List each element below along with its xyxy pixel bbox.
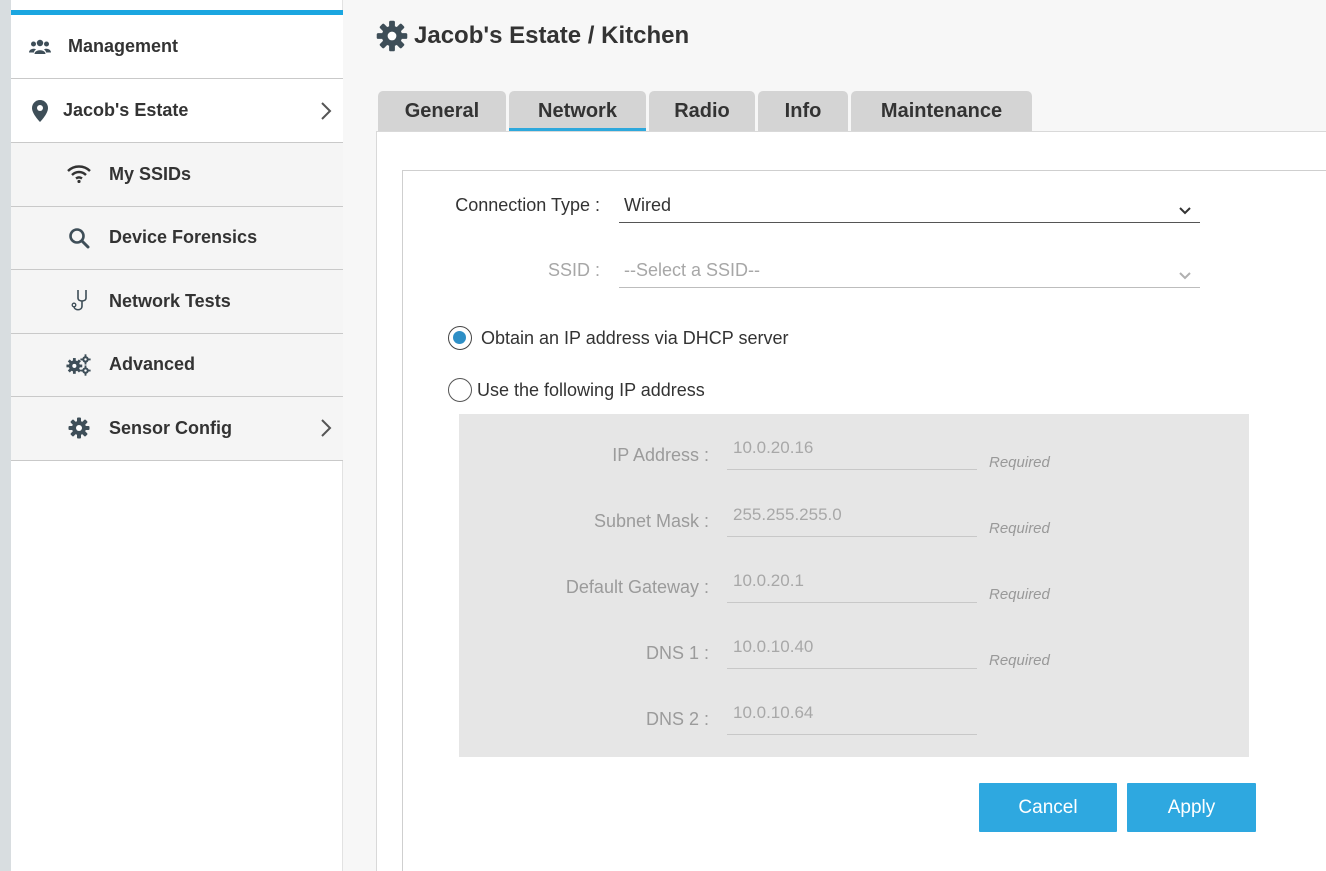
subnet-mask-required: Required (989, 520, 1050, 537)
search-icon (66, 225, 92, 251)
ssid-select: --Select a SSID-- (619, 253, 1200, 288)
tab-bar: General Network Radio Info Maintenance (378, 91, 1035, 131)
dns2-input: 10.0.10.64 (727, 701, 977, 735)
sidebar-item-label: Advanced (109, 354, 196, 375)
dns1-label: DNS 1 : (645, 643, 709, 663)
tab-radio[interactable]: Radio (649, 91, 755, 131)
sidebar-item-device-forensics[interactable]: Device Forensics (11, 206, 343, 270)
location-pin-icon (27, 98, 53, 124)
default-gateway-input: 10.0.20.1 (727, 569, 977, 603)
users-icon (27, 34, 53, 60)
ssid-placeholder: --Select a SSID-- (624, 259, 761, 280)
chevron-right-icon (319, 418, 333, 438)
sidebar-item-management[interactable]: Management (11, 15, 343, 79)
sidebar-item-label: Sensor Config (109, 417, 233, 438)
ip-address-input: 10.0.20.16 (727, 436, 977, 470)
sidebar: Management Jacob's Estate My SSIDs Devic… (11, 0, 343, 871)
ssid-label: SSID : (547, 260, 600, 280)
dns2-label: DNS 2 : (645, 709, 709, 729)
connection-type-select[interactable]: Wired (619, 188, 1200, 223)
chevron-right-icon (319, 101, 333, 121)
page-title: Jacob's Estate / Kitchen (376, 20, 689, 52)
gears-icon (66, 352, 92, 378)
dhcp-radio-option[interactable]: Obtain an IP address via DHCP server (448, 326, 788, 350)
dns1-required: Required (989, 652, 1050, 669)
tab-network[interactable]: Network (509, 91, 646, 131)
tab-info[interactable]: Info (758, 91, 848, 131)
sidebar-item-network-tests[interactable]: Network Tests (11, 270, 343, 334)
ip-address-label: IP Address : (612, 445, 709, 465)
cancel-button[interactable]: Cancel (979, 783, 1117, 832)
gear-icon (66, 415, 92, 441)
apply-button[interactable]: Apply (1127, 783, 1256, 832)
default-gateway-label: Default Gateway : (565, 577, 709, 597)
chevron-down-icon (1178, 200, 1192, 215)
connection-type-value: Wired (624, 194, 672, 215)
gear-icon (376, 20, 408, 52)
stethoscope-icon (66, 288, 92, 314)
subnet-mask-input: 255.255.255.0 (727, 503, 977, 537)
sidebar-item-label: My SSIDs (109, 163, 192, 184)
sidebar-list: Management Jacob's Estate My SSIDs Devic… (11, 15, 343, 461)
static-ip-fields-panel: IP Address : 10.0.20.16 Required Subnet … (459, 414, 1249, 757)
sidebar-item-sensor-config[interactable]: Sensor Config (11, 397, 343, 461)
dhcp-radio[interactable] (448, 326, 472, 350)
sidebar-item-my-ssids[interactable]: My SSIDs (11, 143, 343, 207)
sidebar-item-label: Network Tests (109, 290, 231, 311)
sidebar-item-label: Jacob's Estate (63, 100, 189, 120)
static-ip-radio-option[interactable]: Use the following IP address (448, 378, 705, 402)
tab-general[interactable]: General (378, 91, 506, 131)
tab-maintenance[interactable]: Maintenance (851, 91, 1032, 131)
sidebar-item-label: Device Forensics (109, 227, 258, 248)
subnet-mask-label: Subnet Mask : (593, 511, 709, 531)
wifi-icon (66, 161, 92, 187)
sidebar-item-label: Management (68, 36, 179, 56)
left-edge-strip (0, 0, 11, 871)
static-ip-radio[interactable] (448, 378, 472, 402)
connection-type-label: Connection Type : (455, 195, 600, 215)
dhcp-radio-label: Obtain an IP address via DHCP server (481, 327, 789, 348)
dns1-input: 10.0.10.40 (727, 635, 977, 669)
chevron-down-icon (1178, 265, 1192, 280)
static-ip-radio-label: Use the following IP address (477, 379, 705, 400)
page-title-text: Jacob's Estate / Kitchen (414, 22, 690, 49)
default-gateway-required: Required (989, 586, 1050, 603)
sidebar-item-advanced[interactable]: Advanced (11, 333, 343, 397)
sidebar-item-jacobs-estate[interactable]: Jacob's Estate (11, 79, 343, 143)
ip-address-required: Required (989, 454, 1050, 471)
